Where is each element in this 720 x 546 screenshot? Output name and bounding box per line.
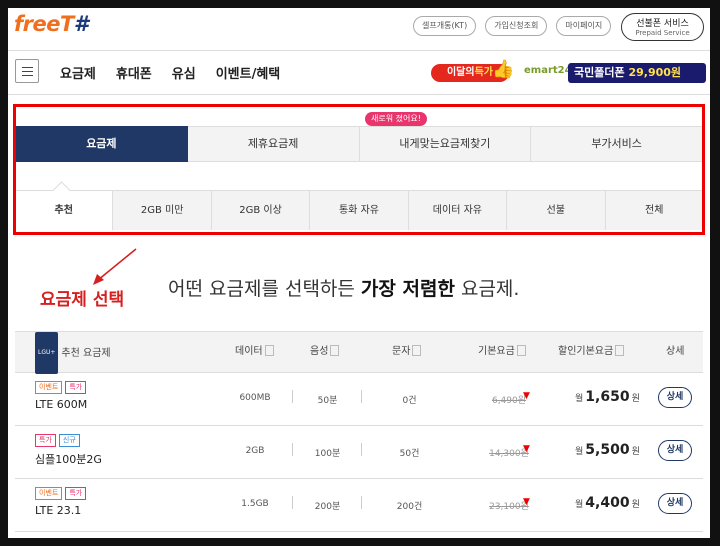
- promo1-text: 이달의: [446, 67, 475, 78]
- sms-cell: 200건: [396, 502, 423, 512]
- nav-item-events[interactable]: 이벤트/혜택: [216, 63, 281, 82]
- col-discount-label: 할인기본요금: [558, 346, 614, 357]
- voice-cell: 50분: [317, 396, 338, 406]
- col-discount[interactable]: 할인기본요금: [558, 332, 625, 372]
- nav-item-usim[interactable]: 유심: [172, 63, 196, 82]
- data-cell: 600MB: [239, 393, 271, 403]
- voice-cell: 200분: [314, 502, 341, 512]
- plan-name[interactable]: 심플100분2G: [35, 451, 102, 467]
- col-detail: 상세: [666, 346, 685, 357]
- sort-icon: [330, 344, 340, 356]
- sort-icon: [412, 344, 422, 356]
- promo2-price: 29,900원: [628, 66, 682, 79]
- page-headline: 어떤 요금제를 선택하든 가장 저렴한 요금제.: [168, 274, 519, 301]
- col-name: LGU+ 추천 요금제: [35, 332, 111, 374]
- col-sms[interactable]: 문자: [392, 332, 422, 372]
- col-voice-label: 음성: [310, 346, 329, 357]
- sort-icon: [615, 344, 625, 356]
- divider: [361, 443, 362, 456]
- voice-cell: 100분: [314, 449, 341, 459]
- discount-price: 월 1,650 원: [575, 389, 640, 405]
- annotation-label: 요금제 선택: [40, 290, 125, 310]
- utility-links: 셀프개통(KT) 가입신청조회 마이페이지: [413, 16, 612, 36]
- data-cell: 2GB: [245, 446, 265, 456]
- mypage-link[interactable]: 마이페이지: [556, 16, 612, 36]
- special-badge: 특가: [65, 487, 87, 500]
- plan-name[interactable]: LTE 600M: [35, 398, 87, 411]
- event-badge: 이벤트: [35, 487, 63, 500]
- annotation-arrow-icon: [93, 248, 137, 285]
- headline-bold: 가장 저렴한: [360, 278, 455, 300]
- plan-name[interactable]: LTE 23.1: [35, 504, 81, 517]
- divider: [292, 496, 293, 509]
- prepaid-label: 선불폰 서비스: [636, 19, 689, 29]
- col-base[interactable]: 기본요금: [478, 332, 526, 372]
- badge-group: 이벤트 특가: [35, 381, 87, 394]
- application-inquiry-link[interactable]: 가입신청조회: [485, 16, 548, 36]
- discount-price: 월 5,500 원: [575, 442, 640, 458]
- col-voice[interactable]: 음성: [310, 332, 340, 372]
- col-data[interactable]: 데이터: [235, 332, 274, 372]
- nav-item-plans[interactable]: 요금제: [60, 63, 96, 82]
- special-badge: 특가: [35, 434, 56, 447]
- sort-icon: [516, 344, 526, 356]
- headline-suffix: 요금제.: [454, 278, 520, 300]
- table-row[interactable]: 이벤트 특가 LTE 600M 600MB 50분 0건 6,490원 ▼ 월 1,…: [15, 373, 703, 426]
- event-badge: 이벤트: [35, 381, 63, 394]
- col-base-label: 기본요금: [478, 346, 515, 357]
- plan-table-header: LGU+ 추천 요금제 데이터 음성 문자 기본요금 할인기본요금 상세: [15, 331, 703, 374]
- detail-button[interactable]: 상세: [658, 440, 692, 461]
- divider: [292, 390, 293, 403]
- divider: [292, 443, 293, 456]
- headline-prefix: 어떤 요금제를 선택하든: [168, 278, 361, 300]
- data-cell: 1.5GB: [241, 499, 269, 509]
- down-arrow-icon: ▼: [523, 444, 530, 454]
- down-arrow-icon: ▼: [523, 391, 530, 401]
- prepaid-label-en: Prepaid Service: [635, 29, 690, 37]
- divider: [361, 496, 362, 509]
- detail-button[interactable]: 상세: [658, 493, 692, 514]
- down-arrow-icon: ▼: [523, 497, 530, 507]
- hamburger-menu-icon[interactable]: [15, 59, 39, 83]
- special-badge: 특가: [65, 381, 87, 394]
- lgu-badge: LGU+: [35, 332, 59, 374]
- prepaid-service-button[interactable]: 선불폰 서비스 Prepaid Service: [621, 13, 704, 41]
- emart24-logo[interactable]: emart24: [524, 65, 572, 76]
- table-row[interactable]: 이벤트 특가 LTE 23.1 1.5GB 200분 200건 23,100원 ▼…: [15, 479, 703, 532]
- thumbs-up-icon: 👍: [492, 59, 515, 80]
- highlight-box: [13, 104, 705, 235]
- sms-cell: 50건: [399, 449, 420, 459]
- col-sms-label: 문자: [392, 346, 411, 357]
- main-nav: 요금제 휴대폰 유심 이벤트/혜택: [60, 63, 280, 82]
- badge-group: 이벤트 특가: [35, 487, 87, 500]
- nav-item-phones[interactable]: 휴대폰: [116, 63, 152, 82]
- promo1-highlight: 득가: [474, 67, 493, 78]
- badge-group: 특가 신규: [35, 434, 80, 447]
- new-plan-badge: 신규: [58, 434, 80, 447]
- divider: [8, 94, 710, 95]
- logo-text: freeT: [14, 12, 74, 36]
- divider: [361, 390, 362, 403]
- discount-price: 월 4,400 원: [575, 495, 640, 511]
- folder-phone-banner[interactable]: 국민폴더폰 29,900원: [568, 63, 706, 83]
- sort-icon: [264, 344, 274, 356]
- col-name-label: 추천 요금제: [61, 348, 111, 359]
- logo[interactable]: freeT#: [14, 12, 88, 36]
- sms-cell: 0건: [402, 396, 417, 406]
- detail-button[interactable]: 상세: [658, 387, 692, 408]
- page-frame: freeT# 셀프개통(KT) 가입신청조회 마이페이지 선불폰 서비스 Pre…: [8, 8, 710, 538]
- divider: [8, 50, 710, 51]
- col-data-label: 데이터: [235, 346, 263, 357]
- table-row[interactable]: 특가 신규 심플100분2G 2GB 100분 50건 14,300원 ▼ 월 5,…: [15, 426, 703, 479]
- logo-suffix: #: [73, 12, 89, 36]
- promo2-text: 국민폴더폰: [574, 66, 625, 79]
- self-activation-link[interactable]: 셀프개통(KT): [413, 16, 477, 36]
